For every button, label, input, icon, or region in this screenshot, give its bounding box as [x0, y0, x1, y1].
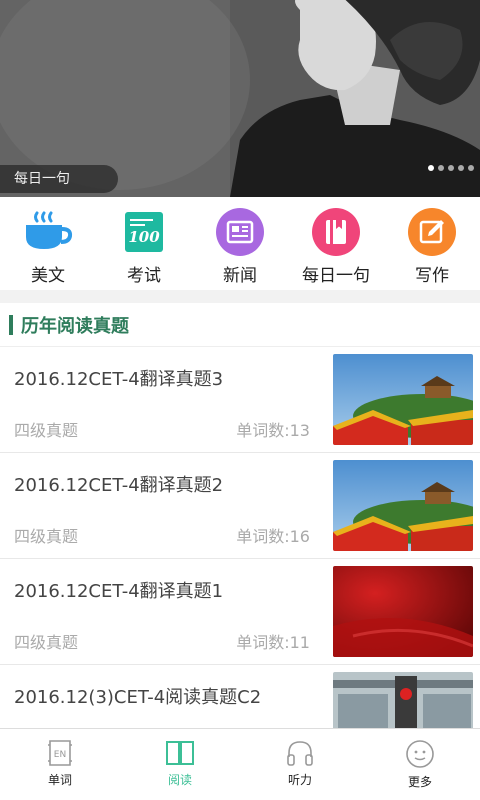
smiley-icon: [406, 740, 434, 768]
item-tag: 四级真题: [14, 421, 79, 440]
carousel-dot: [428, 165, 434, 171]
list-item[interactable]: 2016.12CET-4翻译真题2 四级真题 单词数:16: [0, 453, 480, 559]
coffee-cup-icon: [23, 207, 73, 257]
item-word-count: 单词数:13: [236, 421, 310, 440]
item-title: 2016.12CET-4翻译真题3: [14, 369, 224, 390]
tab-words[interactable]: EN 单词: [0, 729, 120, 800]
tab-more[interactable]: 更多: [360, 729, 480, 800]
banner-caption: 每日一句: [0, 165, 118, 193]
exam-100-icon: 100: [119, 207, 169, 257]
reading-list-section: 历年阅读真题 2016.12CET-4翻译真题3 四级真题 单词数:13 201…: [0, 303, 480, 728]
category-row: 美文 100 考试 新闻 每日一句 写作: [0, 197, 480, 290]
list-item[interactable]: 2016.12CET-4翻译真题1 四级真题 单词数:11: [0, 559, 480, 665]
item-thumbnail: [333, 460, 473, 551]
item-thumbnail: [333, 672, 473, 728]
banner-carousel[interactable]: 每日一句: [0, 0, 480, 197]
item-tag: 四级真题: [14, 633, 79, 652]
category-label: 考试: [127, 266, 161, 286]
carousel-dot: [438, 165, 444, 171]
newspaper-icon: [215, 207, 265, 257]
item-word-count: 单词数:11: [236, 633, 310, 652]
category-writing[interactable]: 写作: [384, 207, 480, 286]
category-label: 新闻: [223, 266, 257, 286]
item-word-count: 单词数:16: [236, 527, 310, 546]
section-accent-bar: [9, 314, 13, 335]
item-thumbnail: [333, 354, 473, 445]
tab-label: 听力: [287, 773, 312, 787]
open-book-icon: [166, 741, 194, 765]
category-label: 美文: [31, 266, 65, 286]
item-tag: 四级真题: [14, 527, 79, 546]
section-header: 历年阅读真题: [0, 303, 480, 347]
tab-label: 更多: [407, 775, 432, 789]
category-meiwen[interactable]: 美文: [0, 207, 96, 286]
tab-listening[interactable]: 听力: [240, 729, 360, 800]
svg-text:100: 100: [128, 228, 160, 246]
book-icon: [311, 207, 361, 257]
edit-icon: [407, 207, 457, 257]
list-item[interactable]: 2016.12CET-4翻译真题3 四级真题 单词数:13: [0, 347, 480, 453]
list-item[interactable]: 2016.12(3)CET-4阅读真题C2: [0, 665, 480, 728]
tab-label: 单词: [47, 773, 72, 787]
section-title: 历年阅读真题: [21, 315, 129, 337]
carousel-indicator: [428, 165, 474, 171]
category-label: 每日一句: [302, 266, 370, 286]
item-thumbnail: [333, 566, 473, 657]
category-news[interactable]: 新闻: [192, 207, 288, 286]
category-daily-sentence[interactable]: 每日一句: [288, 207, 384, 286]
carousel-dot: [448, 165, 454, 171]
carousel-dot: [458, 165, 464, 171]
item-title: 2016.12(3)CET-4阅读真题C2: [14, 687, 262, 708]
bottom-tab-bar: EN 单词 阅读 听力 更多: [0, 728, 480, 800]
carousel-dot: [468, 165, 474, 171]
tab-label: 阅读: [167, 773, 192, 787]
item-title: 2016.12CET-4翻译真题2: [14, 475, 224, 496]
en-word-icon: EN: [48, 740, 72, 766]
category-label: 写作: [415, 266, 449, 286]
item-title: 2016.12CET-4翻译真题1: [14, 581, 224, 602]
svg-text:EN: EN: [54, 750, 66, 760]
category-exam[interactable]: 100 考试: [96, 207, 192, 286]
headphones-icon: [287, 741, 313, 766]
tab-reading[interactable]: 阅读: [120, 729, 240, 800]
